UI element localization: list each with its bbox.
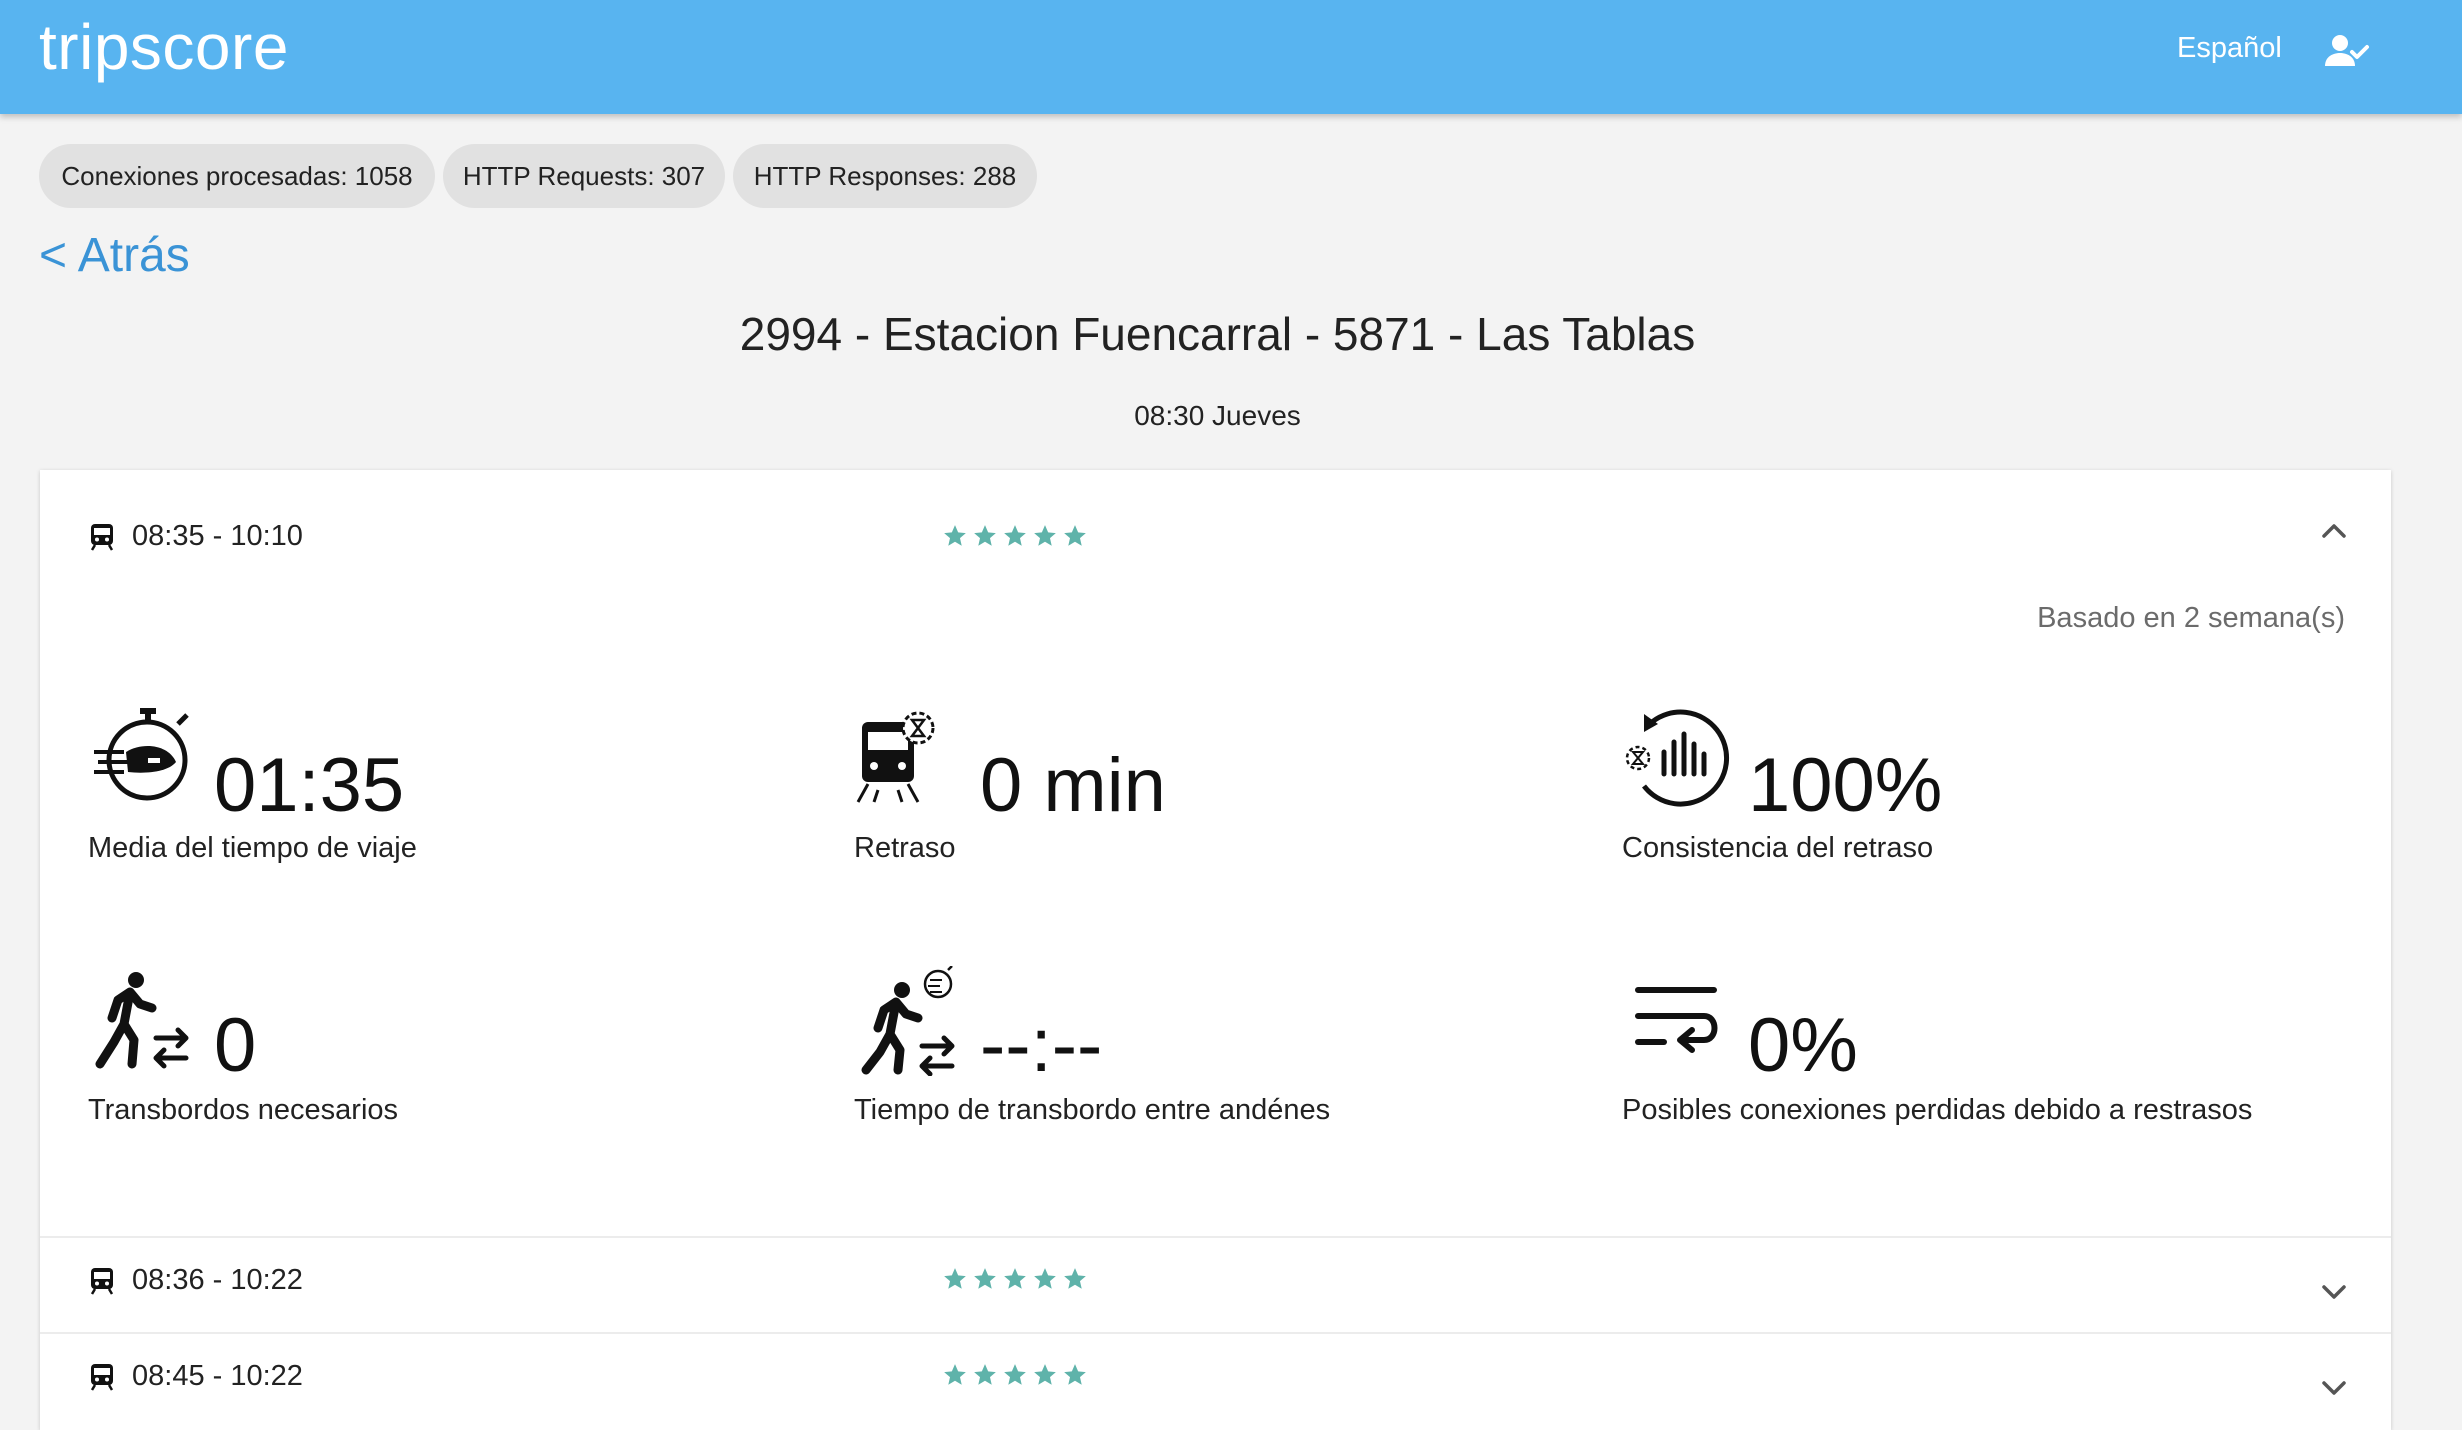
train-icon [90,1268,114,1295]
transfers-value: 0 [214,1003,257,1088]
walking-transfer-timer-icon [861,966,955,1076]
back-link[interactable]: < Atrás [39,228,190,283]
star-icon [1034,525,1056,546]
travel-time-label: Media del tiempo de viaje [88,832,417,864]
rating-stars [942,523,1088,549]
trip-time[interactable]: 08:36 - 10:22 [132,1264,303,1297]
travel-time-value: 01:35 [214,743,405,828]
trip-row[interactable]: 08:36 - 10:22 [40,1238,2391,1332]
train-icon [90,524,114,551]
chevron-up-icon[interactable] [2316,518,2352,542]
star-icon [944,1268,966,1289]
based-on-note: Basado en 2 semana(s) [2037,602,2345,634]
star-icon [1004,525,1026,546]
user-check-icon[interactable] [2322,28,2370,76]
route-subtitle: 08:30 Jueves [1134,400,1301,431]
transfer-time-value: --:-- [980,1003,1103,1088]
processed-connections-chip: Conexiones procesadas: 1058 [39,144,435,208]
consistency-value: 100% [1748,743,1943,828]
top-app-bar: tripscore Español [0,0,2462,114]
star-icon [944,525,966,546]
star-icon [1064,1268,1086,1289]
trips-panel: 08:35 - 10:10 Basado en 2 semana(s) 01:3… [40,470,2391,1430]
rating-stars [942,1362,1088,1388]
rating-stars [942,1266,1088,1292]
train-icon [90,1364,114,1391]
http-requests-chip: HTTP Requests: 307 [443,144,725,208]
star-icon [1064,525,1086,546]
chevron-down-icon[interactable] [2316,1280,2352,1304]
missed-connection-icon [1635,987,1718,1053]
walking-transfer-icon [95,972,189,1069]
app-logo[interactable]: tripscore [39,10,289,84]
delay-label: Retraso [854,832,956,864]
trip-row-expanded: 08:35 - 10:10 Basado en 2 semana(s) 01:3… [40,470,2391,1236]
consistency-label: Consistencia del retraso [1622,832,1934,864]
language-selector[interactable]: Español [2177,32,2282,65]
chevron-down-icon[interactable] [2316,1376,2352,1400]
star-icon [974,1364,996,1385]
star-icon [974,1268,996,1289]
consistency-icon [1625,709,1729,807]
star-icon [974,525,996,546]
star-icon [1004,1268,1026,1289]
http-responses-chip: HTTP Responses: 288 [733,144,1037,208]
delayed-train-icon [856,711,935,803]
trip-row[interactable]: 08:45 - 10:22 [40,1334,2391,1430]
missed-connections-value: 0% [1748,1003,1858,1088]
delay-value: 0 min [980,743,1166,828]
star-icon [1034,1268,1056,1289]
star-icon [944,1364,966,1385]
trip-time[interactable]: 08:45 - 10:22 [132,1360,303,1393]
star-icon [1064,1364,1086,1385]
transfer-time-label: Tiempo de transbordo entre andénes [854,1094,1331,1126]
missed-connections-label: Posibles conexiones perdidas debido a re… [1622,1094,2253,1126]
trip-time[interactable]: 08:35 - 10:10 [132,520,303,553]
star-icon [1034,1364,1056,1385]
route-title: 2994 - Estacion Fuencarral - 5871 - Las … [739,308,1696,360]
transfers-label: Transbordos necesarios [88,1094,399,1126]
stopwatch-train-icon [94,708,189,801]
star-icon [1004,1364,1026,1385]
